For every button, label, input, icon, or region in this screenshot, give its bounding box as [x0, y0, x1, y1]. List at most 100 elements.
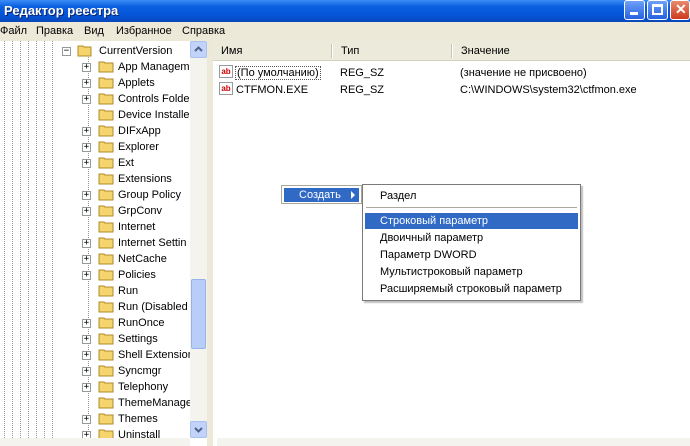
- tree-node-label: Ext: [118, 157, 134, 169]
- tree-node-label: Shell Extension: [118, 349, 191, 361]
- table-row[interactable]: ab CTFMON.EXE REG_SZ C:\WINDOWS\system32…: [213, 82, 683, 98]
- submenu-item-binary-value[interactable]: Двоичный параметр: [365, 230, 578, 246]
- tree-node-label: Settings: [118, 333, 158, 345]
- folder-icon: [98, 269, 114, 281]
- window-title: Редактор реестра: [4, 3, 119, 18]
- list-horizontal-scrollbar[interactable]: [217, 438, 690, 446]
- expand-icon[interactable]: +: [82, 255, 91, 264]
- tree-node-label: Controls Folder: [118, 93, 191, 105]
- scroll-down-button[interactable]: [190, 421, 207, 438]
- folder-icon: [98, 349, 114, 361]
- menu-edit[interactable]: Правка: [36, 25, 73, 37]
- expand-icon[interactable]: +: [82, 127, 91, 136]
- tree-guide-line: [20, 41, 21, 438]
- column-type-label: Тип: [341, 45, 360, 57]
- menu-help[interactable]: Справка: [182, 25, 225, 37]
- folder-icon: [98, 189, 114, 201]
- chevron-up-icon: [194, 46, 203, 52]
- tree-node-label: Applets: [118, 77, 155, 89]
- folder-icon: [98, 157, 114, 169]
- tree-node-label: DIFxApp: [118, 125, 161, 137]
- scroll-up-button[interactable]: [190, 41, 207, 58]
- submenu-item-label: Двоичный параметр: [380, 232, 484, 244]
- menu-bar: Файл Правка Вид Избранное Справка: [0, 22, 690, 41]
- tree-guide-line: [36, 41, 37, 438]
- scroll-thumb[interactable]: [191, 279, 206, 349]
- tree-guide-line: [44, 41, 45, 438]
- tree-node-label: RunOnce: [118, 317, 165, 329]
- collapse-icon[interactable]: −: [62, 47, 71, 56]
- submenu-item-multistring-value[interactable]: Мультистроковый параметр: [365, 264, 578, 280]
- expand-icon[interactable]: +: [82, 351, 91, 360]
- tree-node-label: Device Installer: [118, 109, 191, 121]
- submenu-item-dword-value[interactable]: Параметр DWORD: [365, 247, 578, 263]
- registry-tree[interactable]: − CurrentVersion + App Manageme + Applets + C…: [0, 41, 191, 438]
- chevron-down-icon: [194, 427, 203, 433]
- tree-node-label: Run (Disabled b: [118, 301, 191, 313]
- tree-vertical-scrollbar[interactable]: [190, 41, 207, 438]
- folder-icon: [98, 365, 114, 377]
- folder-icon: [98, 109, 114, 121]
- tree-horizontal-scrollbar[interactable]: [0, 438, 190, 446]
- tree-node-label: Internet Settin: [118, 237, 187, 249]
- string-value-icon: ab: [219, 65, 233, 78]
- tree-node-label: Telephony: [118, 381, 169, 393]
- folder-icon: [98, 173, 114, 185]
- column-header-name[interactable]: Имя: [213, 41, 333, 61]
- folder-icon: [98, 397, 114, 409]
- submenu-item-label: Раздел: [380, 190, 417, 202]
- expand-icon[interactable]: +: [82, 207, 91, 216]
- folder-icon: [98, 333, 114, 345]
- submenu-item-string-value[interactable]: Строковый параметр: [365, 213, 578, 229]
- expand-icon[interactable]: +: [82, 271, 91, 280]
- expand-icon[interactable]: +: [82, 191, 91, 200]
- folder-icon: [98, 205, 114, 217]
- folder-icon: [98, 301, 114, 313]
- tree-node-label: Group Policy: [118, 189, 181, 201]
- value-data: (значение не присвоено): [460, 67, 587, 79]
- tree-node-label: Extensions: [118, 173, 172, 185]
- expand-icon[interactable]: +: [82, 431, 91, 438]
- tree-node-label: ThemeManager: [118, 397, 191, 409]
- column-name-label: Имя: [221, 45, 243, 57]
- tree-node-label: Uninstall: [118, 429, 161, 438]
- expand-icon[interactable]: +: [82, 95, 91, 104]
- tree-node-label: GrpConv: [118, 205, 163, 217]
- maximize-button[interactable]: [647, 0, 668, 20]
- menu-file[interactable]: Файл: [0, 25, 27, 37]
- expand-icon[interactable]: +: [82, 143, 91, 152]
- folder-icon: [98, 237, 114, 249]
- expand-icon[interactable]: +: [82, 79, 91, 88]
- column-header-type[interactable]: Тип: [333, 41, 453, 61]
- expand-icon[interactable]: +: [82, 415, 91, 424]
- expand-icon[interactable]: +: [82, 383, 91, 392]
- menu-view[interactable]: Вид: [84, 25, 104, 37]
- create-submenu: Раздел Строковый параметр Двоичный парам…: [362, 184, 581, 301]
- tree-guide-line: [4, 41, 5, 438]
- tree-node-label: Internet: [118, 221, 156, 233]
- submenu-item-key[interactable]: Раздел: [365, 188, 578, 204]
- expand-icon[interactable]: +: [82, 63, 91, 72]
- expand-icon[interactable]: +: [82, 159, 91, 168]
- string-value-icon: ab: [219, 82, 233, 95]
- value-data: C:\WINDOWS\system32\ctfmon.exe: [460, 84, 637, 96]
- table-row[interactable]: ab (По умолчанию) REG_SZ (значение не пр…: [213, 65, 683, 81]
- column-header-value[interactable]: Значение: [453, 41, 690, 61]
- tree-node-label: Run: [118, 285, 139, 297]
- menu-favorites[interactable]: Избранное: [116, 25, 172, 37]
- folder-open-icon: [77, 45, 92, 57]
- tree-guide-line: [12, 41, 13, 438]
- expand-icon[interactable]: +: [82, 319, 91, 328]
- folder-icon: [98, 125, 114, 137]
- close-button[interactable]: ✕: [670, 0, 690, 20]
- value-name: CTFMON.EXE: [236, 84, 309, 96]
- expand-icon[interactable]: +: [82, 335, 91, 344]
- minimize-button[interactable]: [624, 0, 645, 20]
- submenu-item-expandable-string-value[interactable]: Расширяемый строковый параметр: [365, 281, 578, 297]
- context-menu-item-create[interactable]: Создать: [284, 188, 359, 202]
- expand-icon[interactable]: +: [82, 367, 91, 376]
- close-icon: ✕: [675, 1, 687, 17]
- folder-icon: [98, 93, 114, 105]
- expand-icon[interactable]: +: [82, 239, 91, 248]
- tree-node-label: Policies: [118, 269, 156, 281]
